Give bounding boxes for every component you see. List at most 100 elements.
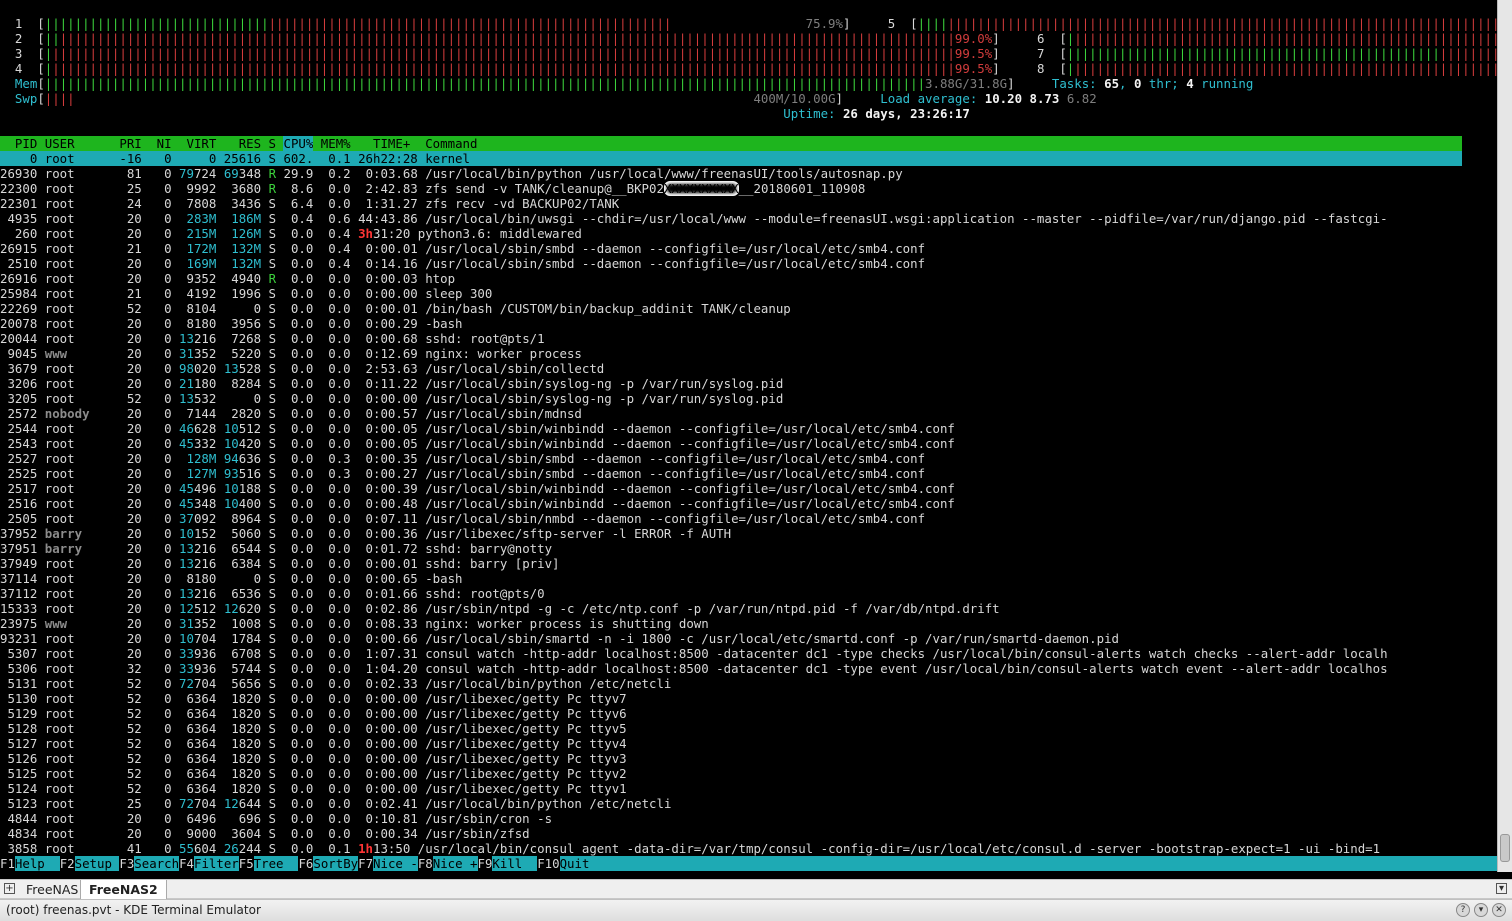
terminal-text: 12 [179,601,194,616]
terminal-text: nobody [44,406,112,421]
terminal-text: [ [37,91,45,106]
terminal-text: F9 [477,856,493,871]
function-key-label[interactable]: Filter [193,856,239,871]
terminal-text: 528 S 0.0 0.0 2:53.63 /usr/local/sbin/co… [238,361,605,376]
terminal-text: 400 S 0.0 0.0 0:00.48 /usr/local/sbin/wi… [238,496,955,511]
terminal-text: 216 7268 S 0.0 0.0 0:00.68 sshd: root@pt… [193,331,545,346]
terminal-text: 37 [179,511,194,526]
terminal-text: www [44,616,112,631]
terminal-text: 5124 root 52 0 6364 1820 S 0.0 0.0 0:00.… [0,781,627,796]
terminal-text: Swp [0,91,38,106]
plus-icon[interactable]: + [4,883,15,894]
terminal-text: 704 5656 S 0.0 0.0 0:02.33 /usr/local/bi… [193,676,672,691]
terminal-text: ||||||||||||||||||||||||||||||||||||||||… [268,16,672,31]
terminal-text: 79 [179,166,194,181]
scrollbar-thumb[interactable] [1500,834,1510,862]
terminal-scrollbar[interactable] [1497,0,1512,872]
terminal-text: 3679 root 20 0 [0,361,180,376]
terminal-text: 65 [1104,76,1120,91]
process-row: 5126 root 52 0 6364 1820 S 0.0 0.0 0:00.… [0,751,626,766]
terminal-text: ] [1007,76,1015,91]
terminal-text: 12 [223,601,239,616]
terminal-line: Uptime: 26 days, 23:26:17 [0,106,970,121]
function-key-label[interactable]: Kill [492,856,538,871]
terminal-text: 1 [ [0,16,45,31]
terminal-text: 2 [ [0,31,45,46]
function-key-bar[interactable]: F1Help F2Setup F3SearchF4FilterF5Tree F6… [0,856,1497,871]
process-row: 2510 root 20 0 169M 132M S 0.0 0.4 0:14.… [0,256,925,271]
process-row: 26915 root 21 0 172M 132M S 0.0 0.4 0:00… [0,241,925,256]
terminal-text: 496 [193,481,224,496]
terminal-text: F7 [358,856,374,871]
tab-freenas[interactable]: FreeNAS [18,880,86,899]
terminal-text: 2527 root 20 0 [0,451,187,466]
terminal-text: 512 [193,601,224,616]
function-key-label[interactable]: Setup [74,856,120,871]
function-key-label[interactable]: SortBy [313,856,359,871]
function-key-label[interactable]: Quit [559,856,1497,871]
terminal-text: ] [835,91,843,106]
process-row: 3679 root 20 0 98020 13528 S 0.0 0.0 2:5… [0,361,604,376]
terminal-text: 8.73 [1029,91,1067,106]
selected-process-row: 0 root -16 0 0 25616 S 602. 0.1 26h22:28… [0,151,1463,166]
terminal-screen[interactable]: 1 [ |||||||||||||||||||||||||||||||||||||… [0,0,1497,872]
close-icon[interactable]: ✕ [1492,903,1506,917]
terminal-text: 128M [186,451,217,466]
terminal-text: 37114 root 20 0 8180 0 S 0.0 0.0 0:00.65… [0,571,463,586]
tab-freenas2[interactable]: FreeNAS2 [80,880,167,899]
terminal-text: 20078 root 20 0 8180 3956 S 0.0 0.0 0:00… [0,316,463,331]
terminal-text: ||||||||||||||||||||||||||||||||||||||||… [1074,61,1497,76]
terminal-text: 23975 [0,616,45,631]
terminal-text: 352 5220 S 0.0 0.0 0:12.69 nginx: worker… [193,346,582,361]
terminal-text: 132M [231,256,262,271]
process-row: 2572 nobody 20 0 7144 2820 S 0.0 0.0 0:0… [0,406,581,421]
help-icon[interactable]: ? [1456,903,1470,917]
chevron-down-icon[interactable]: ▾ [1496,883,1507,894]
terminal-text: R [268,271,277,286]
terminal-text: 3h [358,226,374,241]
terminal-text: 3206 root 20 0 [0,376,180,391]
terminal-text: 26930 root 81 0 [0,166,180,181]
terminal-text: 8.6 0.0 2:42.83 zfs send -v TANK/cleanup… [276,181,664,196]
terminal-text: 29.9 0.2 0:03.68 /usr/local/bin/python /… [276,166,903,181]
terminal-text: 20 0 [111,616,180,631]
process-row: 5307 root 20 0 33936 6708 S 0.0 0.0 1:07… [0,646,1387,661]
process-row: 4935 root 20 0 283M 186M S 0.4 0.6 44:43… [0,211,1387,226]
terminal-text: 260 root 20 0 [0,226,187,241]
terminal-text: 9045 [0,346,45,361]
terminal-text: 45 [179,496,194,511]
process-row: 20044 root 20 0 13216 7268 S 0.0 0.0 0:0… [0,331,545,346]
process-row: 5131 root 52 0 72704 5656 S 0.0 0.0 0:02… [0,676,671,691]
function-key-label[interactable]: Nice + [432,856,478,871]
process-row: 5123 root 25 0 72704 12644 S 0.0 0.0 0:0… [0,796,671,811]
terminal-text: 55 [179,841,194,856]
function-key-label[interactable]: Help [14,856,60,871]
terminal-text: R [268,166,277,181]
process-row: 3205 root 52 0 13532 0 S 0.0 0.0 0:00.00… [0,391,783,406]
terminal-text: 644 S 0.0 0.0 0:02.41 /usr/local/bin/pyt… [238,796,672,811]
cpu-meter-line: 3 [|||||||||||||||||||||||||||||||||||||… [0,46,1497,61]
window-title: (root) freenas.pvt - KDE Terminal Emulat… [6,903,261,917]
terminal-text: 99.0% [954,31,993,46]
terminal-text: 3858 root 41 0 [0,841,180,856]
terminal-text: 10 [223,421,239,436]
terminal-text: F10 [537,856,560,871]
terminal-text: 512 S 0.0 0.0 0:00.05 /usr/local/sbin/wi… [238,421,955,436]
function-key-label[interactable]: Tree [253,856,299,871]
process-row: 23975 www 20 0 31352 1008 S 0.0 0.0 0:08… [0,616,709,631]
terminal-text: 8 [ [999,61,1067,76]
process-row: 2505 root 20 0 37092 8964 S 0.0 0.0 0:07… [0,511,925,526]
terminal-text: 13 [179,556,194,571]
terminal-text: 31 [179,346,194,361]
terminal-text: 348 [238,166,269,181]
terminal-text: 72 [179,676,194,691]
function-key-label[interactable]: Nice - [373,856,418,871]
terminal-text: 5129 root 52 0 6364 1820 S 0.0 0.0 0:00.… [0,706,627,721]
minimize-icon[interactable]: ▾ [1474,903,1488,917]
terminal-text: 2505 root 20 0 [0,511,180,526]
function-key-label[interactable]: Search [134,856,180,871]
terminal-text: ||||||||||||||||||||||||||||||||||||||||… [44,76,926,91]
terminal-text: 2517 root 20 0 [0,481,180,496]
terminal-text: 12 [223,796,239,811]
